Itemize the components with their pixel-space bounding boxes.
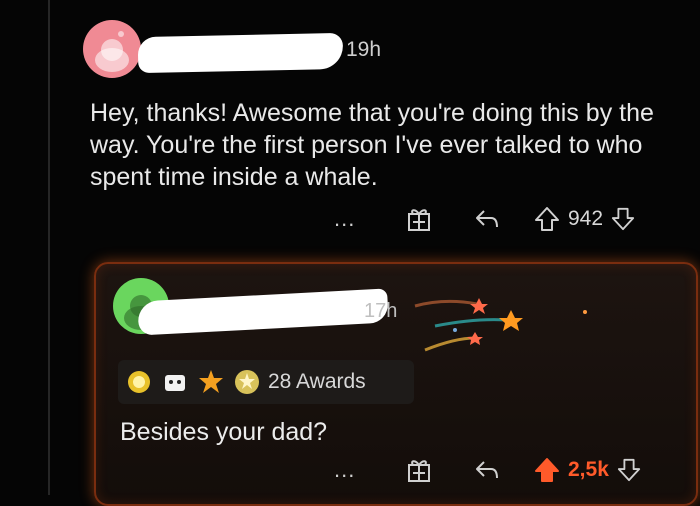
more-options-button[interactable]: ... [334, 459, 374, 481]
award-helpful-icon [128, 371, 150, 393]
award-sparkles-icon [414, 298, 587, 352]
more-options-button[interactable]: ... [334, 208, 374, 230]
timestamp: 19h [346, 38, 382, 61]
upvote-icon[interactable] [534, 206, 560, 232]
awards-count: 28 Awards [268, 370, 366, 393]
downvote-icon[interactable] [617, 457, 641, 483]
comment-actions: ... 942 [334, 206, 635, 232]
snoo-icon [95, 31, 129, 72]
reply-icon[interactable] [474, 208, 500, 230]
vote-score: 942 [568, 207, 604, 230]
comment-body: Hey, thanks! Awesome that you're doing t… [90, 99, 654, 191]
upvote-filled-icon[interactable] [534, 457, 560, 483]
award-snoo-icon [165, 375, 185, 391]
gift-icon[interactable] [406, 206, 432, 232]
reply-actions: ... 2,5k [334, 457, 641, 483]
reply-body: Besides your dad? [120, 418, 328, 446]
username-redacted [137, 32, 344, 74]
reply-icon[interactable] [474, 459, 500, 481]
award-silver-star-icon [235, 370, 259, 394]
gift-icon[interactable] [406, 457, 432, 483]
award-starstruck-icon [199, 370, 223, 393]
avatar[interactable] [83, 20, 141, 78]
timestamp: 17h [364, 300, 398, 322]
awards-bar[interactable]: 28 Awards [118, 360, 414, 404]
downvote-icon[interactable] [611, 206, 635, 232]
thread-line [48, 0, 50, 495]
vote-score: 2,5k [568, 458, 609, 481]
